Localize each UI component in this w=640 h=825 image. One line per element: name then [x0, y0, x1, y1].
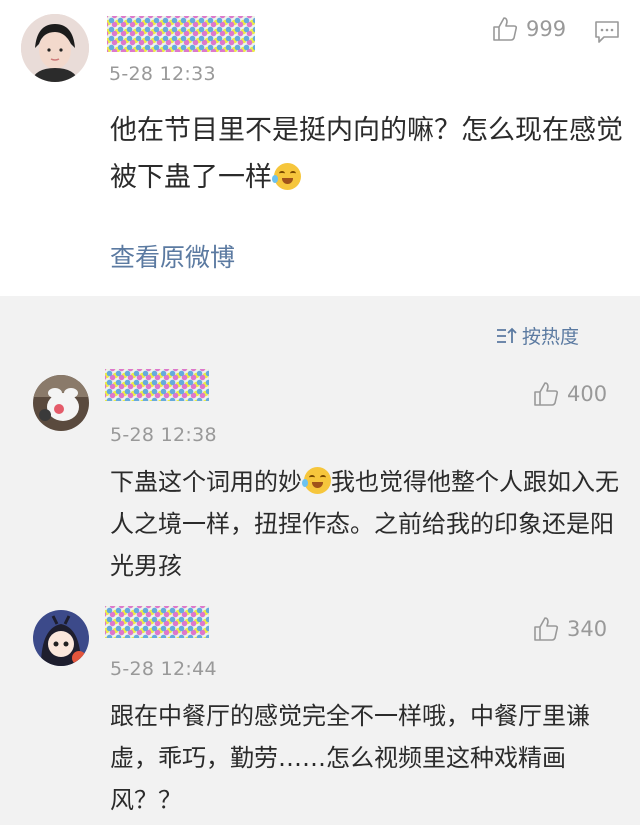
comment-time: 5-28 12:44 [110, 658, 217, 680]
avatar-image [21, 14, 89, 82]
username-blurred[interactable] [107, 16, 255, 52]
laughing-crying-emoji-icon [302, 467, 331, 494]
avatar[interactable] [33, 375, 89, 431]
main-post: 5-28 12:33 999 他在节目里不是挺内向的嘛？怎么现在感觉被下蛊了一样… [0, 0, 640, 296]
post-text-content: 他在节目里不是挺内向的嘛？怎么现在感觉被下蛊了一样 [110, 115, 623, 193]
avatar[interactable] [21, 14, 89, 82]
sort-icon [497, 327, 517, 343]
sort-label: 按热度 [522, 326, 580, 348]
sort-by-popularity[interactable]: 按热度 [496, 322, 579, 349]
comment-text: 跟在中餐厅的感觉完全不一样哦，中餐厅里谦虚，乖巧，勤劳……怎么视频里这种戏精画风… [110, 702, 590, 814]
view-original-link[interactable]: 查看原微博 [110, 238, 235, 274]
like-button[interactable]: 999 [492, 16, 566, 42]
laughing-crying-emoji-icon [272, 163, 301, 190]
thumbs-up-icon [493, 17, 518, 41]
comment-text-part: 下蛊这个词用的妙 [110, 468, 302, 496]
avatar[interactable] [33, 610, 89, 666]
like-count: 999 [526, 17, 567, 41]
thumbs-up-icon [534, 382, 559, 406]
avatar-image [33, 610, 89, 666]
like-button[interactable]: 400 [533, 381, 607, 407]
like-count: 400 [567, 382, 608, 406]
thumbs-up-icon [534, 617, 559, 641]
post-time: 5-28 12:33 [109, 63, 216, 85]
username-blurred[interactable] [105, 606, 209, 638]
username-blurred[interactable] [105, 369, 209, 401]
comment-text: 下蛊这个词用的妙 我也觉得他整个人跟如入无人之境一样，扭捏作态。之前给我的印象还是… [110, 461, 620, 587]
like-button[interactable]: 340 [533, 616, 607, 642]
comment-time: 5-28 12:38 [110, 424, 217, 446]
like-count: 340 [567, 617, 608, 641]
avatar-image [33, 375, 89, 431]
post-text: 他在节目里不是挺内向的嘛？怎么现在感觉被下蛊了一样 [110, 107, 630, 201]
comment-icon[interactable] [594, 20, 620, 44]
